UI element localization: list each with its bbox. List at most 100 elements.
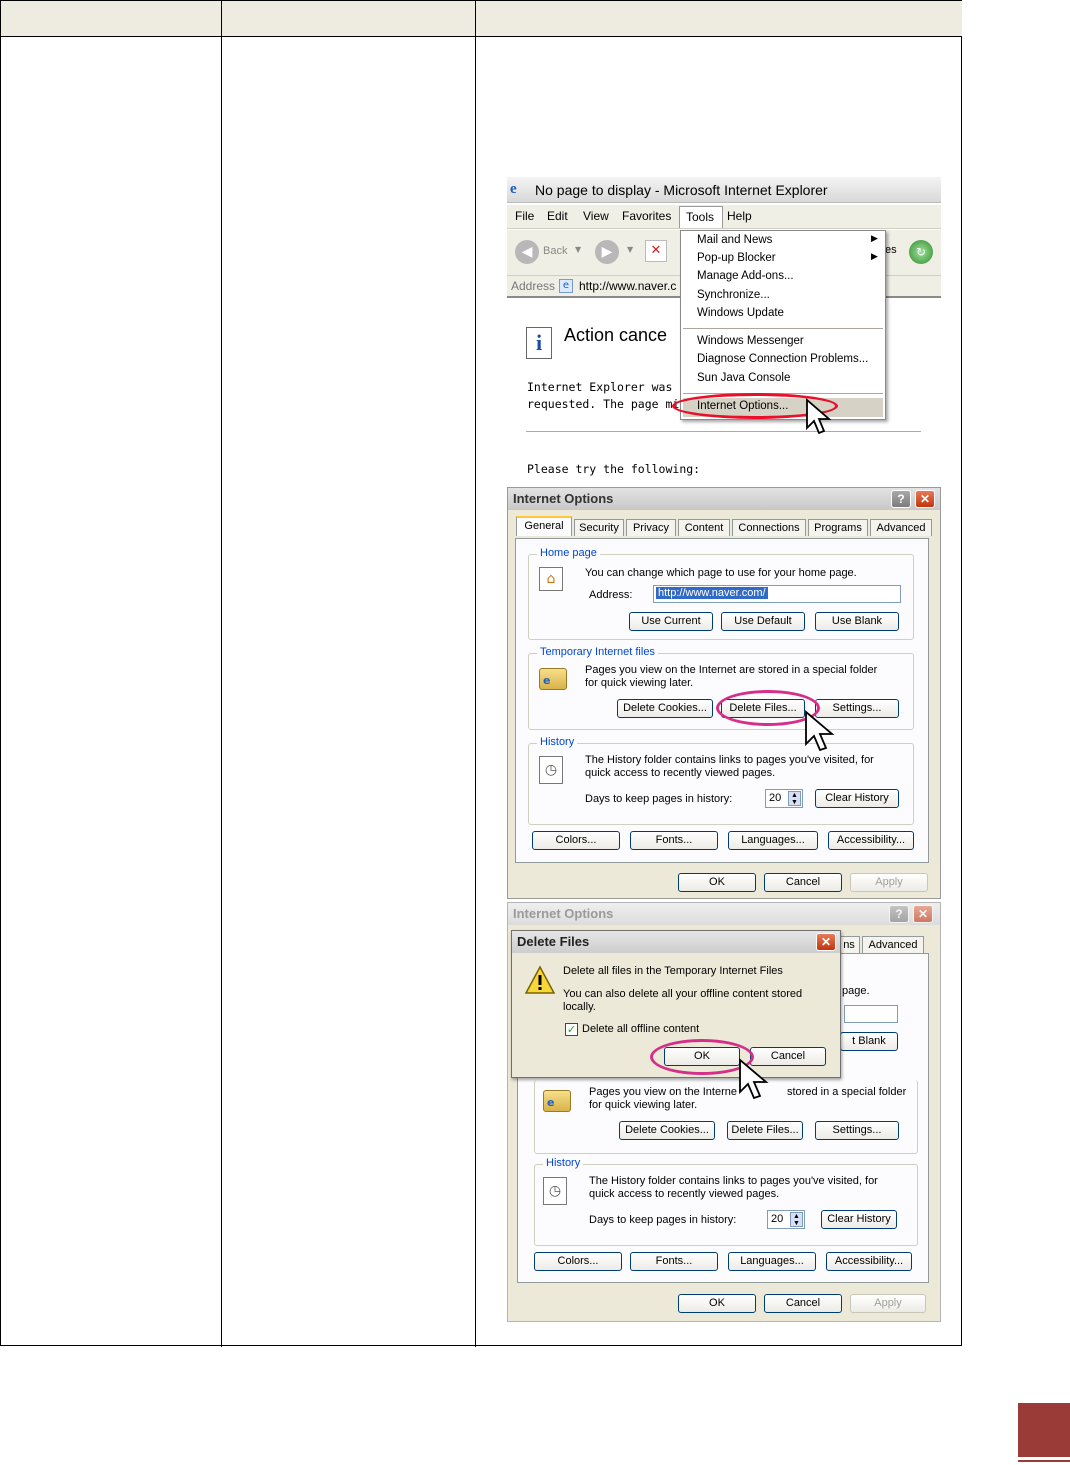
ie-title-text: No page to display - Microsoft Internet … [535,182,828,198]
menu-edit[interactable]: Edit [547,209,568,223]
back-icon[interactable]: ◀ [515,240,539,264]
home-address-input[interactable]: http://www.naver.com/ [653,585,901,603]
menu-item-sun-java-console[interactable]: Sun Java Console [697,372,790,384]
forward-icon[interactable]: ▶ [595,240,619,264]
warning-icon [524,965,556,994]
use-default-button[interactable]: Use Default [721,612,805,631]
page-icon: e [559,279,573,293]
action-canceled-heading: Action cance [564,325,668,345]
tab-programs[interactable]: Programs [808,519,868,536]
menu-view[interactable]: View [583,209,609,223]
address-input[interactable]: http://www.naver.c [579,279,676,293]
tab-advanced[interactable]: Advanced [870,519,932,536]
history-group-label: History [537,736,578,748]
table-header-cell-3 [476,1,962,37]
delete-files-button[interactable]: Delete Files... [727,1121,803,1140]
tab-connections-partial[interactable]: ns [838,936,860,953]
colors-button[interactable]: Colors... [532,831,620,850]
help-button[interactable]: ? [891,490,911,508]
toolbar-text-fragment: es [885,244,897,256]
fonts-button[interactable]: Fonts... [630,1252,718,1271]
spinner-arrows-icon[interactable]: ▲ ▼ [788,791,801,806]
help-button[interactable]: ? [889,905,909,923]
dropdown-arrow-icon[interactable]: ▼ [575,245,581,254]
tab-general[interactable]: General [516,516,572,536]
history-description-1: The History folder contains links to pag… [585,754,874,766]
home-page-icon: ⌂ [539,567,563,591]
tab-privacy[interactable]: Privacy [626,519,676,536]
history-description-2: quick access to recently viewed pages. [589,1188,780,1200]
menu-item-windows-update[interactable]: Windows Update [697,307,784,319]
days-label: Days to keep pages in history: [585,793,733,805]
ie-logo-icon: e [547,1096,555,1109]
days-value: 20 [771,1213,784,1225]
fonts-button[interactable]: Fonts... [630,831,718,850]
ie-logo-icon: e [543,674,551,687]
close-button[interactable]: ✕ [816,933,836,951]
tab-security[interactable]: Security [574,519,624,536]
use-current-button[interactable]: Use Current [629,612,713,631]
delete-cookies-button[interactable]: Delete Cookies... [617,699,713,718]
delete-offline-label[interactable]: Delete all offline content [582,1023,699,1036]
cancel-button[interactable]: Cancel [764,1294,842,1313]
use-blank-button[interactable]: Use Blank [815,612,899,631]
ok-button[interactable]: OK [678,1294,756,1313]
history-description-1: The History folder contains links to pag… [589,1175,878,1187]
tab-advanced[interactable]: Advanced [862,936,924,953]
error-text-line-1: Internet Explorer was una [527,380,701,394]
accessibility-button[interactable]: Accessibility... [826,1252,912,1271]
home-address-input[interactable] [844,1005,898,1023]
back-button-label[interactable]: Back [543,245,567,257]
stop-icon[interactable]: ✕ [645,240,667,262]
use-blank-button[interactable]: t Blank [840,1032,898,1051]
mouse-cursor-icon [806,398,832,435]
tab-connections[interactable]: Connections [732,519,806,536]
delete-dialog-line-2: You can also delete all your offline con… [563,988,803,1000]
menu-item-synchronize[interactable]: Synchronize... [697,289,770,301]
clear-history-button[interactable]: Clear History [815,789,899,808]
menu-item-mail-and-news[interactable]: Mail and News [697,234,772,246]
menu-item-diagnose-connection[interactable]: Diagnose Connection Problems... [697,353,868,365]
dialog-title: Internet Options [513,491,614,506]
history-clock-icon: ◷ [539,756,563,784]
languages-button[interactable]: Languages... [728,831,818,850]
menu-item-manage-addons[interactable]: Manage Add-ons... [697,270,794,282]
ie-title-bar: e No page to display - Microsoft Interne… [507,177,941,203]
media-icon[interactable]: ↻ [909,240,933,264]
accessibility-button[interactable]: Accessibility... [828,831,914,850]
page-number-badge [1018,1403,1070,1457]
clear-history-button[interactable]: Clear History [821,1210,897,1229]
delete-dialog-title: Delete Files [517,934,590,949]
ok-button[interactable]: OK [678,873,756,892]
colors-button[interactable]: Colors... [534,1252,622,1271]
tools-dropdown-menu: Mail and News ▶ Pop-up Blocker ▶ Manage … [680,230,886,420]
apply-button[interactable]: Apply [850,1294,926,1313]
mouse-cursor-icon [739,1058,769,1100]
close-button[interactable]: ✕ [915,490,935,508]
cancel-button[interactable]: Cancel [764,873,842,892]
spinner-arrows-icon[interactable]: ▲ ▼ [790,1212,803,1227]
temp-files-description-1b: stored in a special folder [787,1086,907,1098]
delete-cookies-button[interactable]: Delete Cookies... [619,1121,715,1140]
menu-tools[interactable]: Tools [686,210,714,224]
delete-offline-checkbox[interactable]: ✓ [565,1023,578,1036]
tab-content[interactable]: Content [678,519,730,536]
dialog-title: Internet Options [513,906,614,921]
menu-item-popup-blocker[interactable]: Pop-up Blocker [697,252,776,264]
close-button[interactable]: ✕ [913,905,933,923]
languages-button[interactable]: Languages... [728,1252,816,1271]
info-icon: i [526,327,552,359]
submenu-arrow-icon: ▶ [871,252,878,262]
settings-button[interactable]: Settings... [815,1121,899,1140]
days-value: 20 [769,792,782,804]
dropdown-arrow-icon[interactable]: ▼ [627,245,633,254]
days-label: Days to keep pages in history: [589,1214,737,1226]
apply-button[interactable]: Apply [850,873,928,892]
menu-item-windows-messenger[interactable]: Windows Messenger [697,335,804,347]
days-input[interactable]: 20 ▲ ▼ [767,1210,805,1229]
menu-file[interactable]: File [515,209,534,223]
menu-help[interactable]: Help [727,209,752,223]
days-input[interactable]: 20 ▲ ▼ [765,789,803,808]
content-divider [526,431,921,432]
menu-favorites[interactable]: Favorites [622,209,671,223]
